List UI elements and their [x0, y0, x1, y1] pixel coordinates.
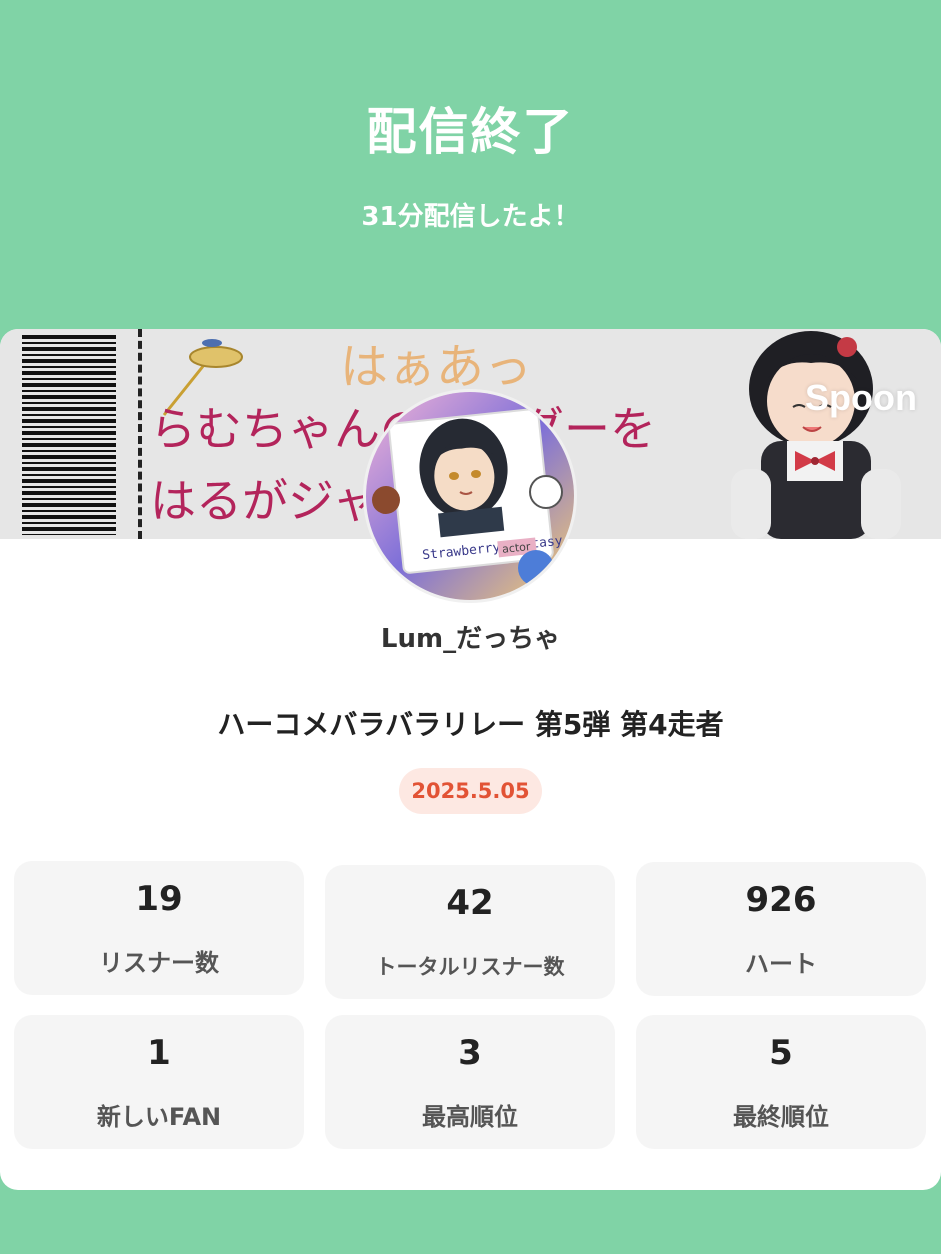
avatar[interactable]: Strawberry Fantasy vol.4 actor: [366, 392, 574, 600]
username[interactable]: Lum_だっちゃ: [0, 618, 941, 655]
barcode-graphic: [22, 335, 116, 535]
page-title: 配信終了: [366, 103, 575, 161]
duration-subtitle: 31分配信したよ！: [361, 202, 580, 232]
banner-illustration: [731, 331, 901, 539]
ticket-perforation: [138, 329, 142, 539]
stat-new-fans: 1 新しいFAN: [14, 1015, 304, 1149]
stat-label: トータルリスナー数: [375, 955, 565, 979]
date-badge: 2025.5.05: [399, 768, 542, 814]
banner-text-top: はぁあっ: [340, 339, 533, 395]
stat-value: 3: [458, 1033, 482, 1073]
stat-value: 926: [745, 880, 817, 920]
avatar-image: Strawberry Fantasy vol.4 actor: [366, 392, 574, 600]
stat-highest-rank: 3 最高順位: [325, 1015, 615, 1149]
stat-label: 最終順位: [733, 1103, 829, 1131]
stat-label: 最高順位: [422, 1103, 518, 1131]
stat-value: 42: [446, 883, 494, 923]
stat-final-rank: 5 最終順位: [636, 1015, 926, 1149]
stat-label: リスナー数: [99, 949, 219, 977]
stat-label: ハート: [745, 950, 817, 978]
stat-value: 5: [769, 1033, 793, 1073]
stat-value: 19: [135, 879, 183, 919]
spoon-logo: Spoon: [805, 377, 917, 418]
banner-text-line2: はるがジャ: [150, 474, 378, 528]
stat-total-listeners: 42 トータルリスナー数: [325, 865, 615, 999]
stat-value: 1: [147, 1033, 171, 1073]
stat-label: 新しいFAN: [96, 1103, 222, 1131]
stat-hearts: 926 ハート: [636, 862, 926, 996]
stream-title: ハーコメバラバラリレー 第5弾 第4走者: [217, 708, 724, 741]
stat-listeners: 19 リスナー数: [14, 861, 304, 995]
